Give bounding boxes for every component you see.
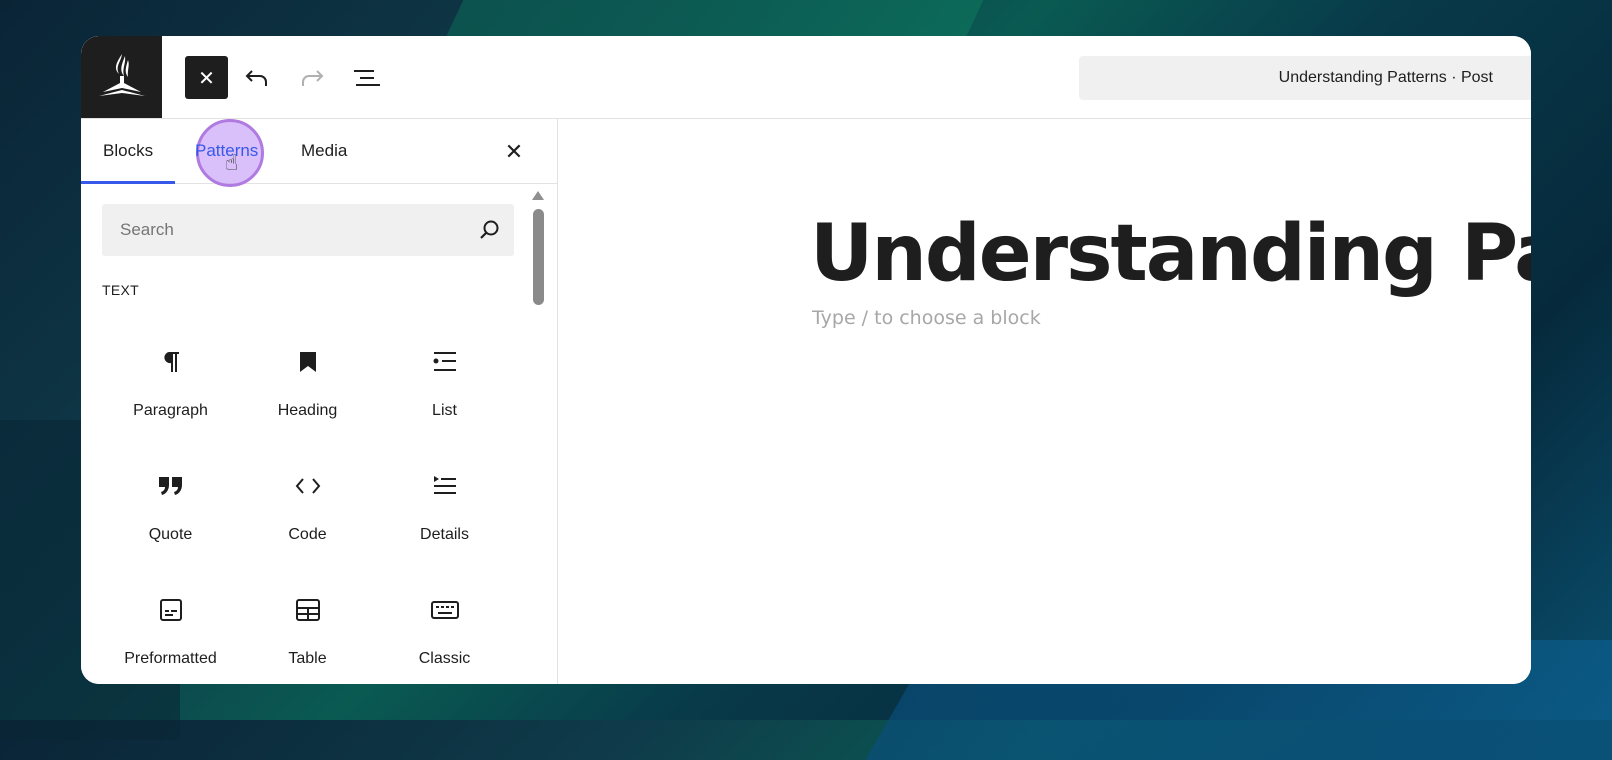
site-logo-icon [99, 54, 145, 96]
block-heading[interactable]: Heading [239, 337, 376, 447]
scrollbar[interactable] [532, 191, 544, 684]
table-icon [239, 595, 376, 625]
redo-icon[interactable] [292, 56, 332, 99]
block-classic[interactable]: Classic [376, 585, 513, 684]
search-field [102, 204, 514, 256]
block-list[interactable]: List [376, 337, 513, 447]
block-label: Classic [418, 650, 471, 667]
preformatted-icon [102, 595, 239, 625]
paragraph-icon [102, 347, 239, 377]
list-icon [376, 347, 513, 377]
block-label: Quote [148, 526, 193, 543]
classic-icon [376, 595, 513, 625]
block-paragraph[interactable]: Paragraph [102, 337, 239, 447]
search-input[interactable] [118, 219, 482, 241]
editor-canvas[interactable]: Understanding Pat Type / to choose a blo… [558, 119, 1531, 684]
close-inserter-button[interactable]: ✕ [499, 137, 529, 167]
inserter-tabs: Blocks Patterns ☝ Media ✕ [81, 119, 557, 187]
block-inserter-sidebar: Blocks Patterns ☝ Media ✕ TEXT Paragraph [81, 119, 558, 684]
code-icon [239, 471, 376, 501]
details-icon [376, 471, 513, 501]
block-label: List [432, 402, 457, 419]
block-label: Details [420, 526, 469, 543]
editor-window: ✕ Understanding Patterns · Post Blocks P… [81, 36, 1531, 684]
block-preformatted[interactable]: Preformatted [102, 585, 239, 684]
block-label: Paragraph [133, 402, 208, 419]
block-quote[interactable]: Quote [102, 461, 239, 571]
block-placeholder[interactable]: Type / to choose a block [812, 307, 1041, 329]
section-label-text: TEXT [102, 282, 139, 298]
block-details[interactable]: Details [376, 461, 513, 571]
search-icon [480, 220, 499, 239]
tab-media[interactable]: Media [301, 119, 347, 183]
post-title[interactable]: Understanding Pat [810, 209, 1531, 299]
hand-cursor-icon: ☝ [225, 151, 239, 176]
undo-icon[interactable] [237, 56, 277, 99]
block-label: Heading [277, 402, 338, 419]
block-label: Table [288, 650, 327, 667]
block-label: Code [288, 526, 327, 543]
scroll-thumb[interactable] [533, 209, 544, 305]
document-overview-icon[interactable] [347, 56, 387, 99]
block-code[interactable]: Code [239, 461, 376, 571]
close-editor-button[interactable]: ✕ [185, 56, 228, 99]
tab-blocks[interactable]: Blocks [81, 119, 176, 184]
block-table[interactable]: Table [239, 585, 376, 684]
top-toolbar: ✕ Understanding Patterns · Post [81, 36, 1531, 119]
scroll-up-arrow-icon[interactable] [532, 191, 544, 200]
block-label: Preformatted [124, 650, 217, 667]
heading-icon [239, 347, 376, 377]
quote-icon [102, 471, 239, 501]
document-title-bar[interactable]: Understanding Patterns · Post [1079, 56, 1531, 100]
site-logo[interactable] [81, 36, 162, 118]
